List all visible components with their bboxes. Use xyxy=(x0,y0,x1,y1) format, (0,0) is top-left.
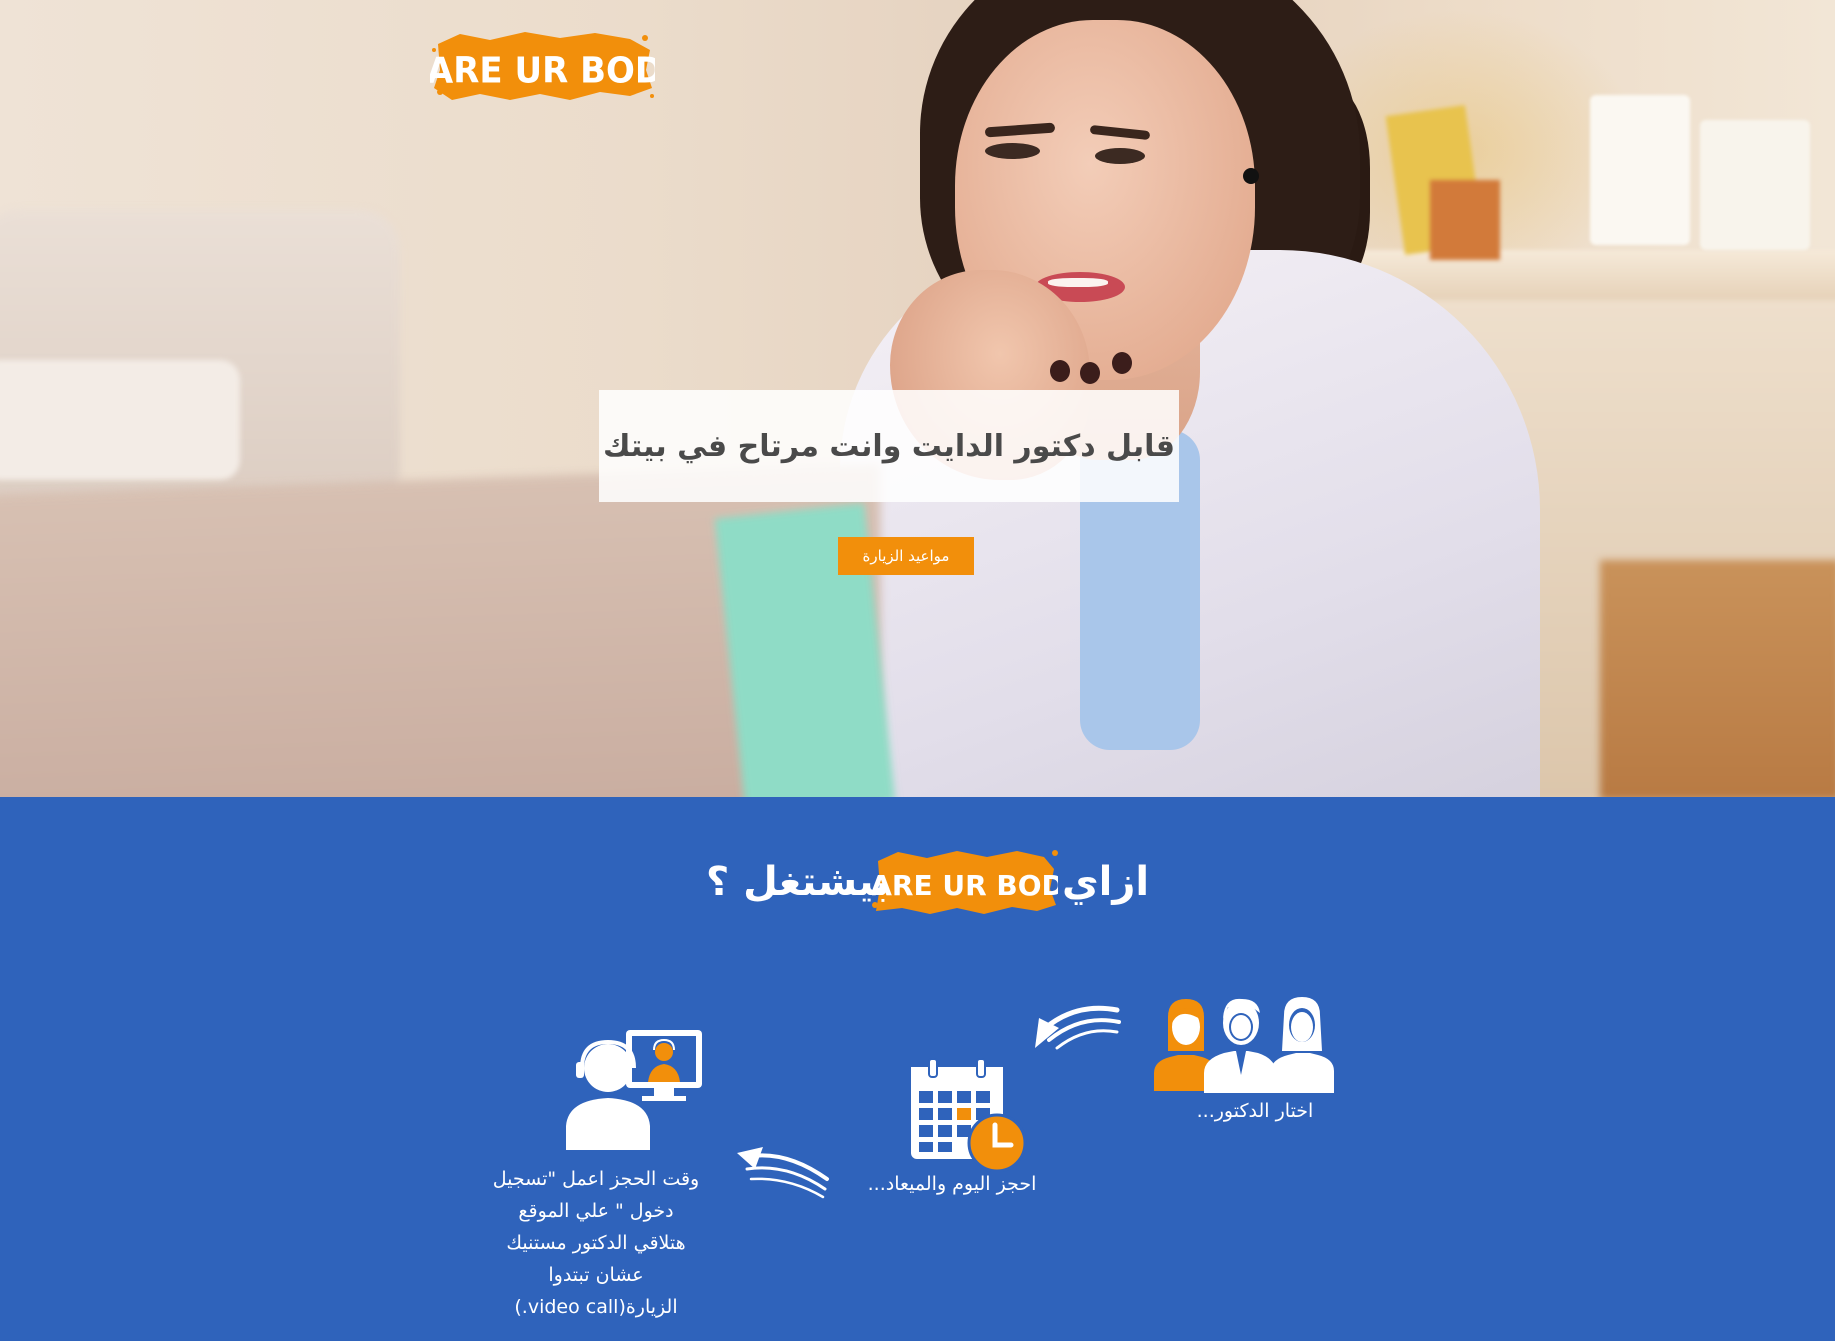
person-earring xyxy=(1243,168,1259,184)
person-nail xyxy=(1050,360,1070,382)
how-title: ازاي DARE UR BODY بيشتغل ؟ xyxy=(0,843,1835,923)
headline-box: قابل دكتور الدايت وانت مرتاح في بيتك xyxy=(599,390,1179,502)
hero-headline: قابل دكتور الدايت وانت مرتاح في بيتك xyxy=(603,428,1175,464)
step-login-video-label: وقت الحجز اعمل "تسجيل دخول " علي الموقع … xyxy=(492,1168,700,1318)
step-choose-doctor-label: اختار الدكتور... xyxy=(1196,1100,1314,1122)
bg-fireplace-inner xyxy=(1600,560,1835,797)
brand-logo-small: DARE UR BODY xyxy=(872,850,1058,914)
visit-times-button[interactable]: مواعيد الزيارة xyxy=(838,537,974,575)
person-nail xyxy=(1080,362,1100,384)
video-call-icon xyxy=(566,1030,702,1150)
svg-text:DARE UR BODY: DARE UR BODY xyxy=(872,869,1058,902)
how-title-suffix: بيشتغل ؟ xyxy=(706,859,890,905)
svg-text:DARE UR BODY: DARE UR BODY xyxy=(430,51,655,92)
arrow-left-icon xyxy=(737,1147,829,1199)
bg-box xyxy=(1430,180,1500,260)
person-nail xyxy=(1112,352,1132,374)
bg-cup xyxy=(1590,95,1690,245)
calendar-clock-icon xyxy=(911,1058,1027,1172)
arrow-left-icon xyxy=(1035,1005,1121,1050)
landing-page: DARE UR BODY قابل دكتور الدايت وانت مرتا… xyxy=(0,0,1835,1341)
person-teeth xyxy=(1048,278,1108,287)
brand-logo[interactable]: DARE UR BODY xyxy=(430,30,655,102)
bg-sofa-arm xyxy=(0,360,240,480)
step-book-date-label: احجز اليوم والميعاد... xyxy=(867,1173,1037,1195)
hero-section: DARE UR BODY قابل دكتور الدايت وانت مرتا… xyxy=(0,0,1835,797)
person-eye xyxy=(1095,148,1145,164)
bg-cup xyxy=(1700,120,1810,250)
person-eye xyxy=(985,143,1040,159)
how-title-prefix: ازاي xyxy=(1062,859,1150,905)
doctors-group-icon xyxy=(1154,997,1334,1093)
